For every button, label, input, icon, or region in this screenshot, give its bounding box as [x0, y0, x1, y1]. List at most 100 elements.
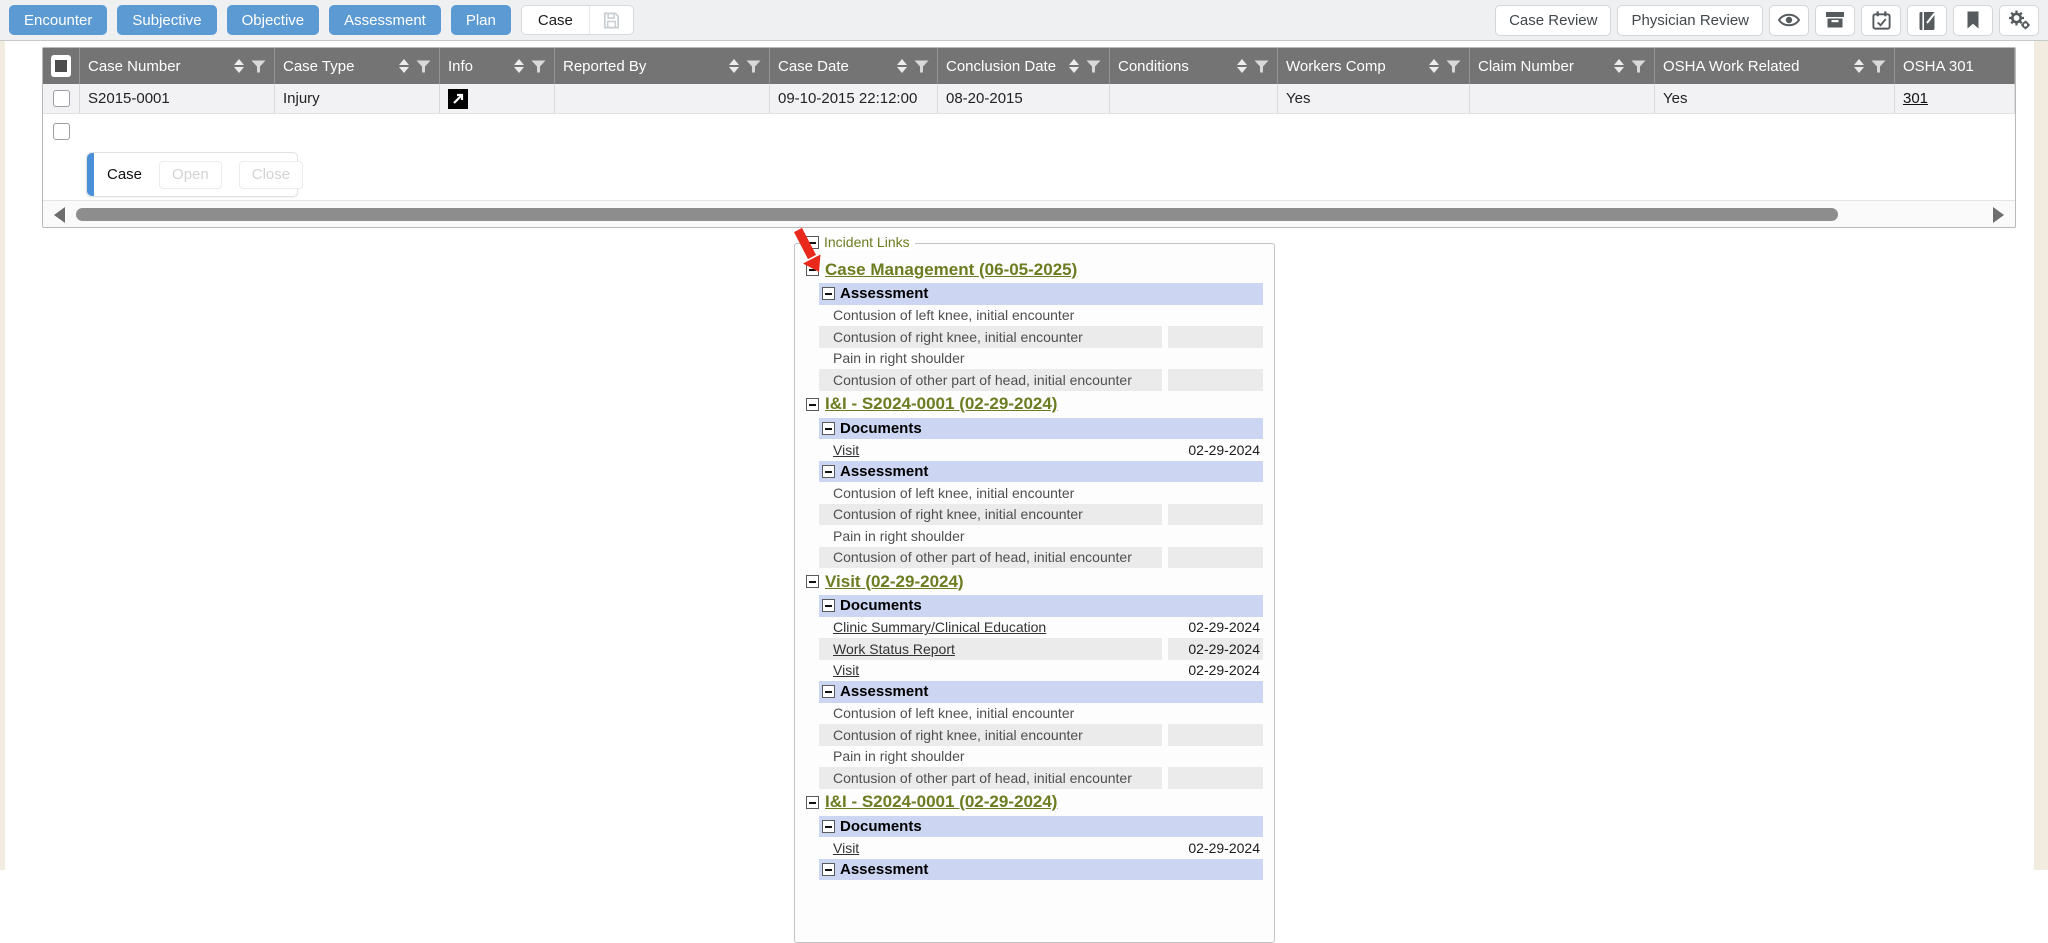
tab-case[interactable]: Case	[522, 6, 589, 34]
column-header-workers_comp[interactable]: Workers Comp	[1278, 48, 1470, 84]
cell-text: 09-10-2015 22:12:00	[778, 90, 917, 107]
tree-condition-text: Contusion of left knee, initial encounte…	[833, 705, 1074, 721]
column-label: Conclusion Date	[946, 58, 1056, 75]
filter-icon[interactable]	[1446, 60, 1461, 73]
collapse-group-icon[interactable]	[822, 287, 835, 300]
physician-review-button[interactable]: Physician Review	[1617, 5, 1763, 36]
column-header-conditions[interactable]: Conditions	[1110, 48, 1278, 84]
tree-item-date: 02-29-2024	[1168, 837, 1263, 859]
journal-button[interactable]	[1907, 5, 1947, 36]
column-header-reported_by[interactable]: Reported By	[555, 48, 770, 84]
filter-icon[interactable]	[746, 60, 761, 73]
tree-condition-text: Pain in right shoulder	[833, 748, 965, 764]
cases-grid: Case Number Case Type InfoReported ByCase …	[42, 47, 2016, 228]
new-row-checkbox[interactable]	[53, 123, 70, 140]
column-header-osha_301[interactable]: OSHA 301	[1895, 48, 2015, 84]
sort-icon[interactable]	[1854, 59, 1864, 73]
collapse-section-icon[interactable]	[806, 398, 819, 411]
tree-item-date	[1168, 746, 1263, 768]
collapse-group-icon[interactable]	[822, 685, 835, 698]
tree-item-date: 02-29-2024	[1168, 660, 1263, 682]
filter-icon[interactable]	[1631, 60, 1646, 73]
collapse-section-icon[interactable]	[806, 575, 819, 588]
tree-condition-row: Contusion of other part of head, initial…	[819, 369, 1274, 391]
save-button[interactable]	[589, 6, 633, 34]
scroll-left-arrow-icon[interactable]	[54, 207, 65, 223]
tree-document-link[interactable]: Clinic Summary/Clinical Education	[833, 619, 1046, 635]
column-header-conclusion_date[interactable]: Conclusion Date	[938, 48, 1110, 84]
nav-button-group: Encounter Subjective Objective Assessment Pl…	[9, 5, 521, 35]
sort-icon[interactable]	[1069, 59, 1079, 73]
eye-button[interactable]	[1769, 5, 1809, 36]
tree-document-link[interactable]: Visit	[833, 442, 859, 458]
nav-button-objective[interactable]: Objective	[227, 5, 320, 35]
filter-icon[interactable]	[1254, 60, 1269, 73]
scrollbar-thumb[interactable]	[76, 208, 1838, 221]
collapse-group-icon[interactable]	[822, 820, 835, 833]
column-header-claim_number[interactable]: Claim Number	[1470, 48, 1655, 84]
sort-icon[interactable]	[1237, 59, 1247, 73]
tree-condition-text: Contusion of left knee, initial encounte…	[833, 485, 1074, 501]
column-label: Case Type	[283, 58, 354, 75]
tree-document-link[interactable]: Work Status Report	[833, 641, 955, 657]
cell-conditions	[1110, 84, 1278, 113]
tree-section-link[interactable]: Visit (02-29-2024)	[825, 572, 964, 592]
open-case-button[interactable]: Open	[159, 161, 222, 189]
collapse-group-icon[interactable]	[822, 863, 835, 876]
filter-icon[interactable]	[1086, 60, 1101, 73]
archive-button[interactable]	[1815, 5, 1855, 36]
sort-icon[interactable]	[399, 59, 409, 73]
select-all-checkbox[interactable]	[51, 55, 71, 77]
sort-icon[interactable]	[514, 59, 524, 73]
external-link-icon[interactable]	[448, 89, 468, 109]
tree-condition-text: Contusion of right knee, initial encount…	[833, 727, 1083, 743]
tree-document-row: Visit 02-29-2024	[819, 660, 1274, 682]
filter-icon[interactable]	[416, 60, 431, 73]
filter-icon[interactable]	[251, 60, 266, 73]
filter-icon[interactable]	[1871, 60, 1886, 73]
nav-button-encounter[interactable]: Encounter	[9, 5, 107, 35]
nav-button-assessment[interactable]: Assessment	[329, 5, 441, 35]
case-review-button[interactable]: Case Review	[1495, 5, 1611, 36]
horizontal-scrollbar[interactable]	[43, 200, 2015, 227]
settings-button[interactable]	[1999, 5, 2039, 36]
tree-condition-row: Pain in right shoulder	[819, 525, 1274, 547]
sort-icon[interactable]	[1429, 59, 1439, 73]
tree-section-link[interactable]: Case Management (06-05-2025)	[825, 260, 1077, 280]
tree-section-link[interactable]: I&I - S2024-0001 (02-29-2024)	[825, 394, 1057, 414]
sort-icon[interactable]	[897, 59, 907, 73]
cell-text: 08-20-2015	[946, 90, 1023, 107]
tree-section-link[interactable]: I&I - S2024-0001 (02-29-2024)	[825, 792, 1057, 812]
nav-button-plan[interactable]: Plan	[451, 5, 511, 35]
sort-icon[interactable]	[729, 59, 739, 73]
osha-301-link[interactable]: 301	[1903, 90, 1928, 107]
collapse-group-icon[interactable]	[822, 422, 835, 435]
collapse-panel-icon[interactable]	[806, 236, 819, 249]
bookmark-button[interactable]	[1953, 5, 1993, 36]
sort-icon[interactable]	[234, 59, 244, 73]
sort-icon[interactable]	[1614, 59, 1624, 73]
tree-group-header: Assessment	[819, 461, 1263, 483]
collapse-section-icon[interactable]	[806, 263, 819, 276]
row-checkbox[interactable]	[53, 90, 70, 107]
close-case-button[interactable]: Close	[239, 161, 303, 189]
calendar-button[interactable]	[1861, 5, 1901, 36]
nav-button-subjective[interactable]: Subjective	[117, 5, 216, 35]
scroll-right-arrow-icon[interactable]	[1993, 207, 2004, 223]
column-label: Case Number	[88, 58, 181, 75]
table-row[interactable]: S2015-0001Injury09-10-2015 22:12:0008-20…	[43, 84, 2015, 114]
tree-document-link[interactable]: Visit	[833, 662, 859, 678]
column-header-case_date[interactable]: Case Date	[770, 48, 938, 84]
column-header-case_number[interactable]: Case Number	[80, 48, 275, 84]
collapse-group-icon[interactable]	[822, 465, 835, 478]
filter-icon[interactable]	[531, 60, 546, 73]
collapse-group-icon[interactable]	[822, 599, 835, 612]
tree-document-link[interactable]: Visit	[833, 840, 859, 856]
collapse-section-icon[interactable]	[806, 796, 819, 809]
filter-icon[interactable]	[914, 60, 929, 73]
column-header-osha_work_related[interactable]: OSHA Work Related	[1655, 48, 1895, 84]
column-header-case_type[interactable]: Case Type	[275, 48, 440, 84]
column-header-info[interactable]: Info	[440, 48, 555, 84]
column-label: Workers Comp	[1286, 58, 1386, 75]
tree-condition-row: Pain in right shoulder	[819, 746, 1274, 768]
